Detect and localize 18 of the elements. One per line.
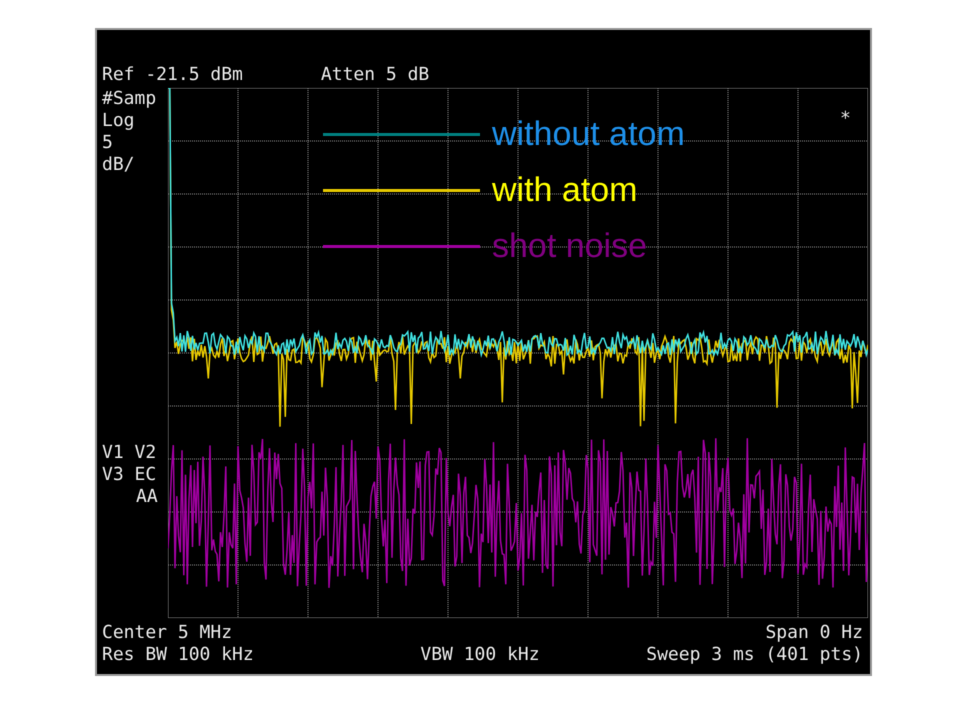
sweep-label: Sweep 3 ms (401 pts)	[646, 644, 863, 666]
legend-label: with atom	[492, 170, 638, 210]
scale-label: dB/	[102, 154, 136, 176]
video-bandwidth: VBW 100 kHz	[420, 644, 540, 666]
legend-label: shot noise	[492, 226, 647, 266]
legend-label: without atom	[492, 114, 685, 154]
marker-symbol: *	[840, 108, 851, 130]
scale-label: Log	[102, 110, 136, 132]
scale-label: #Samp	[102, 88, 158, 110]
status-label: V3 EC	[102, 464, 156, 486]
resolution-bandwidth: Res BW 100 kHz	[102, 644, 254, 666]
span-label: Span 0 Hz	[765, 622, 863, 644]
center-frequency: Center 5 MHz	[102, 622, 232, 644]
scale-label: 5	[102, 132, 114, 154]
status-label: V1 V2	[102, 442, 156, 464]
status-label: AA	[135, 486, 158, 508]
reference-level: Ref -21.5 dBm	[102, 64, 243, 86]
attenuation-label: Atten 5 dB	[320, 64, 430, 86]
